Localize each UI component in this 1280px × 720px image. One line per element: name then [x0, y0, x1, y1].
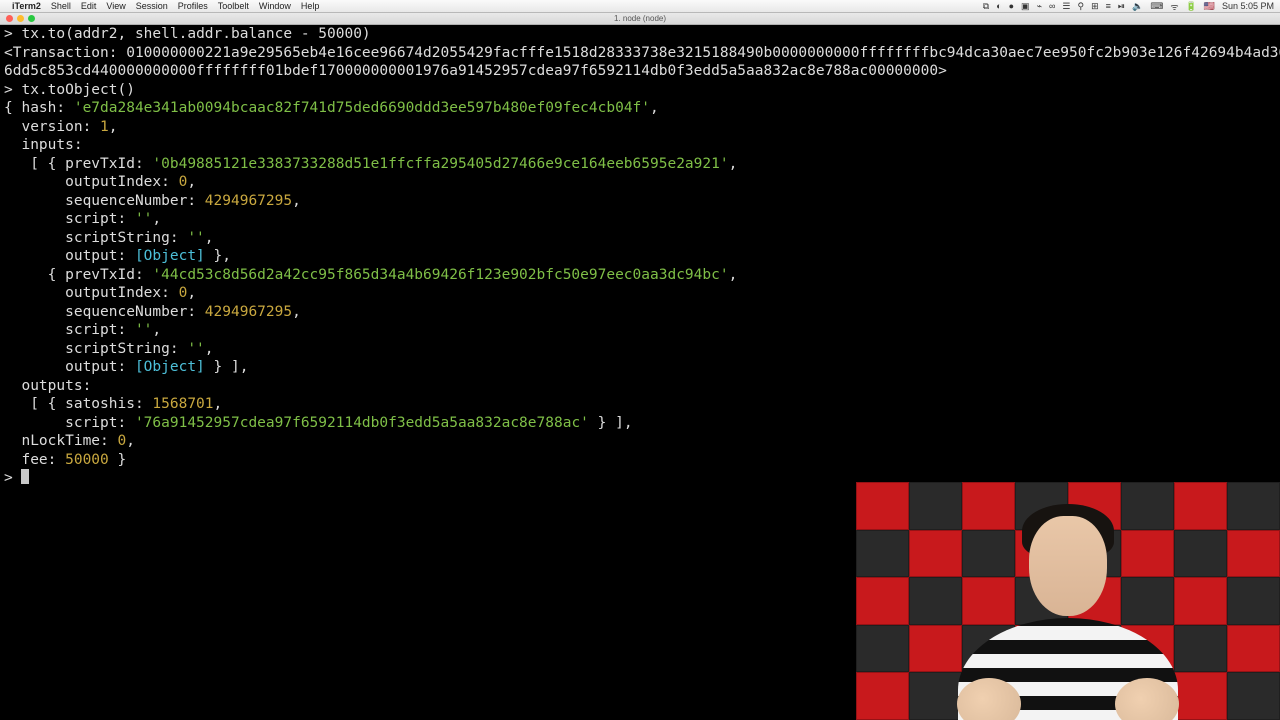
obj-number: 4294967295	[205, 193, 292, 209]
obj-string: ''	[187, 230, 204, 246]
status-icon[interactable]: ⚲	[1077, 1, 1084, 12]
obj-key: script:	[4, 415, 135, 431]
menu-profiles[interactable]: Profiles	[178, 1, 208, 11]
status-icon[interactable]: ☰	[1062, 1, 1070, 12]
obj-key: output:	[4, 359, 135, 375]
status-icon[interactable]: ●	[1009, 1, 1014, 11]
obj-key: outputIndex:	[4, 174, 179, 190]
menubar-app-name[interactable]: iTerm2	[12, 1, 41, 11]
menu-toolbelt[interactable]: Toolbelt	[218, 1, 249, 11]
obj-string: '76a91452957cdea97f6592114db0f3edd5a5aa8…	[135, 415, 589, 431]
cursor-icon	[21, 469, 29, 484]
status-icon[interactable]: ⊞	[1091, 1, 1099, 12]
obj-key: sequenceNumber:	[4, 304, 205, 320]
presenter-figure	[963, 482, 1173, 720]
obj-string: ''	[135, 211, 152, 227]
command-text: tx.to(addr2, shell.addr.balance - 50000)	[21, 26, 370, 42]
obj-key: version:	[4, 119, 100, 135]
status-icon[interactable]: ≡	[1106, 1, 1111, 11]
obj-key: { prevTxId:	[4, 267, 152, 283]
obj-string: '44cd53c8d56d2a42cc95f865d34a4b69426f123…	[152, 267, 728, 283]
menu-edit[interactable]: Edit	[81, 1, 97, 11]
obj-key: sequenceNumber:	[4, 193, 205, 209]
obj-key: script:	[4, 322, 135, 338]
close-icon[interactable]	[6, 15, 13, 22]
obj-key: scriptString:	[4, 341, 187, 357]
window-title: 1. node (node)	[614, 14, 666, 23]
obj-ref: [Object]	[135, 248, 205, 264]
webcam-overlay	[856, 482, 1280, 720]
menu-window[interactable]: Window	[259, 1, 291, 11]
keyboard-icon[interactable]: ⌨	[1150, 1, 1163, 12]
traffic-lights	[6, 15, 35, 22]
obj-key: scriptString:	[4, 230, 187, 246]
output-line: <Transaction: 010000000221a9e29565eb4e16…	[4, 45, 1280, 61]
obj-close: },	[205, 248, 231, 264]
zoom-icon[interactable]	[28, 15, 35, 22]
status-icon[interactable]: ⧉	[983, 1, 989, 12]
obj-key: output:	[4, 248, 135, 264]
obj-ref: [Object]	[135, 359, 205, 375]
obj-key: fee:	[4, 452, 65, 468]
obj-key: [ { prevTxId:	[4, 156, 152, 172]
obj-string: 'e7da284e341ab0094bcaac82f741d75ded6690d…	[74, 100, 650, 116]
obj-key: outputIndex:	[4, 285, 179, 301]
output-line: 6dd5c853cd440000000000ffffffff01bdef1700…	[4, 63, 947, 79]
obj-key: inputs:	[4, 137, 83, 153]
battery-icon[interactable]: 🔋	[1186, 1, 1197, 12]
status-icon[interactable]: ⌁	[1037, 1, 1042, 12]
obj-close: } ],	[589, 415, 633, 431]
input-source-icon[interactable]: 🇺🇸	[1204, 1, 1215, 12]
prompt: >	[4, 82, 21, 98]
obj-number: 1	[100, 119, 109, 135]
playback-icon[interactable]: ⏯	[1118, 1, 1125, 12]
obj-key: outputs:	[4, 378, 91, 394]
obj-key: script:	[4, 211, 135, 227]
prompt: >	[4, 470, 21, 486]
obj-string: ''	[135, 322, 152, 338]
status-icon[interactable]: ◐	[996, 1, 1001, 11]
minimize-icon[interactable]	[17, 15, 24, 22]
obj-key: [ { satoshis:	[4, 396, 152, 412]
menu-session[interactable]: Session	[136, 1, 168, 11]
obj-string: ''	[187, 341, 204, 357]
macos-menubar: iTerm2 Shell Edit View Session Profiles …	[0, 0, 1280, 13]
menu-shell[interactable]: Shell	[51, 1, 71, 11]
menu-view[interactable]: View	[106, 1, 125, 11]
status-icon[interactable]: ∞	[1049, 1, 1055, 11]
obj-number: 1568701	[152, 396, 213, 412]
obj-number: 50000	[65, 452, 109, 468]
obj-key: { hash:	[4, 100, 74, 116]
command-text: tx.toObject()	[21, 82, 135, 98]
volume-icon[interactable]: 🔈	[1132, 1, 1143, 12]
menubar-clock[interactable]: Sun 5:05 PM	[1222, 1, 1274, 11]
obj-string: '0b49885121e3383733288d51e1ffcffa295405d…	[152, 156, 728, 172]
status-icon[interactable]: ▣	[1021, 1, 1030, 12]
obj-number: 0	[118, 433, 127, 449]
obj-key: nLockTime:	[4, 433, 118, 449]
wifi-icon[interactable]: ᯤ	[1170, 0, 1178, 13]
obj-close: } ],	[205, 359, 249, 375]
menu-help[interactable]: Help	[301, 1, 320, 11]
obj-close: }	[109, 452, 126, 468]
window-titlebar[interactable]: 1. node (node)	[0, 13, 1280, 25]
obj-number: 4294967295	[205, 304, 292, 320]
prompt: >	[4, 26, 21, 42]
